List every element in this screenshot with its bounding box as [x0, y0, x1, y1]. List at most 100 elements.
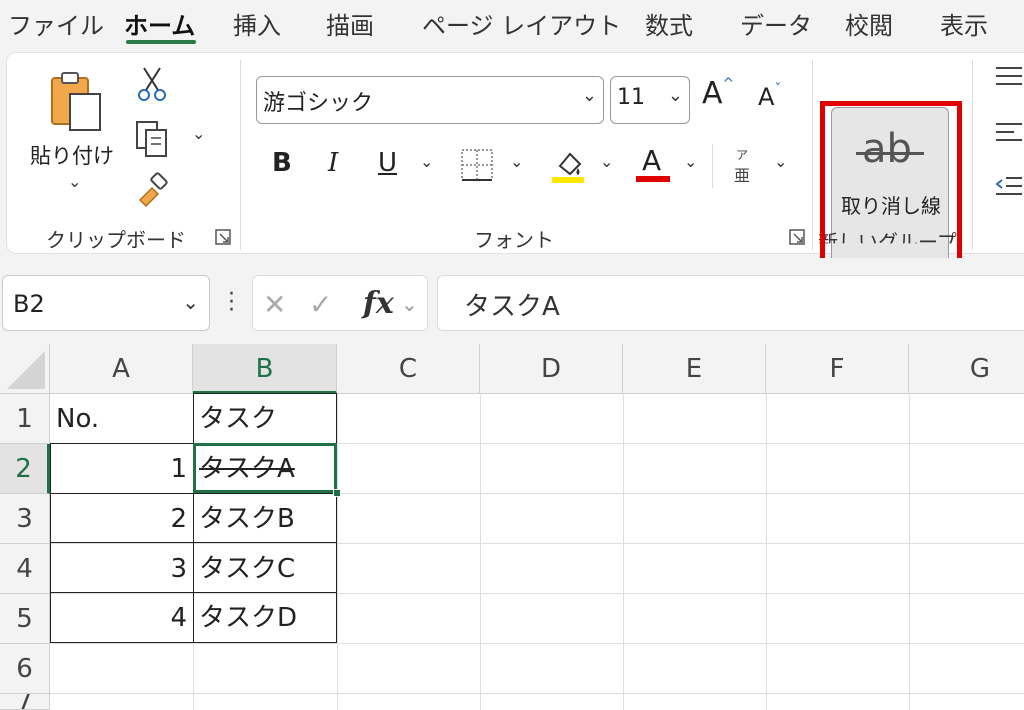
gridline: [623, 394, 624, 710]
clipboard-dialog-launcher-icon[interactable]: [214, 228, 232, 246]
grow-font-button[interactable]: A^: [702, 76, 734, 111]
paste-icon: [51, 72, 101, 131]
fill-color-icon[interactable]: [550, 146, 586, 184]
cut-icon[interactable]: [136, 66, 168, 102]
row-header-6[interactable]: 6: [0, 644, 50, 694]
group-divider: [812, 60, 813, 250]
paste-dropdown-chevron-icon[interactable]: ⌄: [68, 172, 81, 191]
shrink-font-button[interactable]: Aˇ: [758, 82, 781, 112]
formula-bar: B2 ⌄ · · · ✕ ✓ fx ⌄ タスクA: [0, 258, 1024, 344]
select-all-button[interactable]: [0, 344, 50, 394]
underline-button[interactable]: U: [378, 148, 397, 178]
insert-function-icon[interactable]: fx: [363, 286, 394, 321]
tab-draw[interactable]: 描画: [326, 6, 374, 41]
font-name-value: 游ゴシック: [263, 91, 374, 116]
cell-b5[interactable]: タスクD: [193, 593, 337, 643]
group-divider: [972, 60, 973, 250]
column-header-a[interactable]: A: [50, 344, 193, 394]
chevron-down-icon: ⌄: [182, 290, 199, 314]
align-top-icon[interactable]: [994, 64, 1024, 88]
phonetic-guide-button[interactable]: ア 亜: [732, 146, 756, 186]
more-options-icon[interactable]: · · ·: [228, 284, 235, 322]
tab-data[interactable]: データ: [740, 6, 812, 41]
font-name-select[interactable]: 游ゴシック ⌄: [256, 76, 604, 124]
row-header-7[interactable]: 7: [0, 694, 50, 710]
gridline: [766, 394, 767, 710]
copy-icon[interactable]: [134, 120, 170, 158]
cell-a5[interactable]: 4: [50, 593, 193, 643]
menu-bar: ファイル ホーム 挿入 描画 ページ レイアウト 数式 データ 校閲 表示: [0, 0, 1024, 48]
font-group-label: フォント: [474, 228, 554, 252]
tab-view[interactable]: 表示: [940, 6, 988, 41]
column-header-b[interactable]: B: [193, 344, 337, 394]
fill-color-dropdown-chevron-icon[interactable]: ⌄: [600, 152, 613, 171]
underline-dropdown-chevron-icon[interactable]: ⌄: [420, 152, 433, 171]
chevron-down-icon[interactable]: ⌄: [401, 292, 418, 316]
column-header-d[interactable]: D: [480, 344, 623, 394]
chevron-down-icon: ⌄: [667, 85, 683, 106]
column-header-e[interactable]: E: [623, 344, 766, 394]
cell-a4[interactable]: 3: [50, 544, 193, 594]
borders-dropdown-chevron-icon[interactable]: ⌄: [510, 152, 523, 171]
row-header-3[interactable]: 3: [0, 494, 50, 544]
group-divider: [240, 60, 241, 250]
active-tab-indicator: [126, 40, 196, 44]
cell-b1[interactable]: タスク: [193, 394, 337, 444]
cell-b3[interactable]: タスクB: [193, 494, 337, 544]
font-size-select[interactable]: 11 ⌄: [610, 76, 690, 124]
italic-button[interactable]: I: [328, 148, 338, 178]
phonetic-dropdown-chevron-icon[interactable]: ⌄: [774, 152, 787, 171]
phonetic-bottom-label: 亜: [734, 166, 751, 185]
tab-formulas[interactable]: 数式: [645, 6, 693, 41]
formula-input[interactable]: タスクA: [437, 275, 1024, 331]
enter-check-icon[interactable]: ✓: [309, 288, 332, 321]
cell-a2[interactable]: 1: [50, 444, 193, 494]
paste-label: 貼り付け: [30, 144, 114, 168]
font-dialog-launcher-icon[interactable]: [788, 228, 806, 246]
tab-file[interactable]: ファイル: [8, 6, 104, 41]
format-painter-icon[interactable]: [134, 172, 170, 208]
grow-font-icon: A: [702, 76, 723, 111]
font-color-icon: A: [642, 144, 662, 177]
row-header-4[interactable]: 4: [0, 544, 50, 594]
tab-home[interactable]: ホーム: [124, 6, 195, 41]
tab-insert[interactable]: 挿入: [233, 6, 281, 41]
formula-controls: ✕ ✓ fx ⌄: [252, 275, 428, 331]
borders-icon[interactable]: [460, 148, 494, 182]
chevron-down-icon: ⌄: [581, 85, 597, 106]
fill-handle[interactable]: [333, 489, 341, 497]
name-box[interactable]: B2 ⌄: [2, 275, 210, 331]
ribbon: 貼り付け ⌄ ⌄ クリップボード 游ゴシック ⌄ 11 ⌄ A^ Aˇ B I …: [0, 48, 1024, 275]
decrease-indent-icon[interactable]: [994, 174, 1024, 202]
formula-value: タスクA: [464, 292, 560, 322]
cell-a1[interactable]: No.: [50, 394, 193, 444]
cell-b4[interactable]: タスクC: [193, 544, 337, 594]
tab-review[interactable]: 校閲: [845, 6, 893, 41]
row-header-1[interactable]: 1: [0, 394, 50, 444]
cell-a3[interactable]: 2: [50, 494, 193, 544]
copy-dropdown-chevron-icon[interactable]: ⌄: [192, 124, 205, 143]
font-color-button[interactable]: A: [636, 144, 670, 184]
font-color-dropdown-chevron-icon[interactable]: ⌄: [684, 152, 697, 171]
row-header-5[interactable]: 5: [0, 594, 50, 644]
column-header-c[interactable]: C: [337, 344, 480, 394]
gridline: [909, 394, 910, 710]
shrink-font-icon: A: [758, 83, 775, 111]
tab-page-layout[interactable]: ページ レイアウト: [422, 6, 621, 41]
bold-button[interactable]: B: [272, 148, 292, 178]
font-color-swatch: [636, 176, 670, 182]
align-left-icon[interactable]: [994, 120, 1024, 148]
gridline: [480, 394, 481, 710]
column-header-f[interactable]: F: [766, 344, 909, 394]
paste-button[interactable]: 貼り付け ⌄: [28, 70, 120, 200]
column-header-g[interactable]: G: [909, 344, 1024, 394]
name-box-value: B2: [13, 290, 45, 318]
highlight-frame: [820, 101, 962, 275]
cancel-icon[interactable]: ✕: [263, 288, 286, 321]
active-cell-outline: [193, 443, 337, 493]
gridline: [50, 693, 1024, 694]
clipboard-group-label: クリップボード: [46, 228, 186, 252]
font-size-value: 11: [617, 85, 645, 110]
row-header-2[interactable]: 2: [0, 444, 50, 494]
group-divider: [712, 144, 713, 188]
